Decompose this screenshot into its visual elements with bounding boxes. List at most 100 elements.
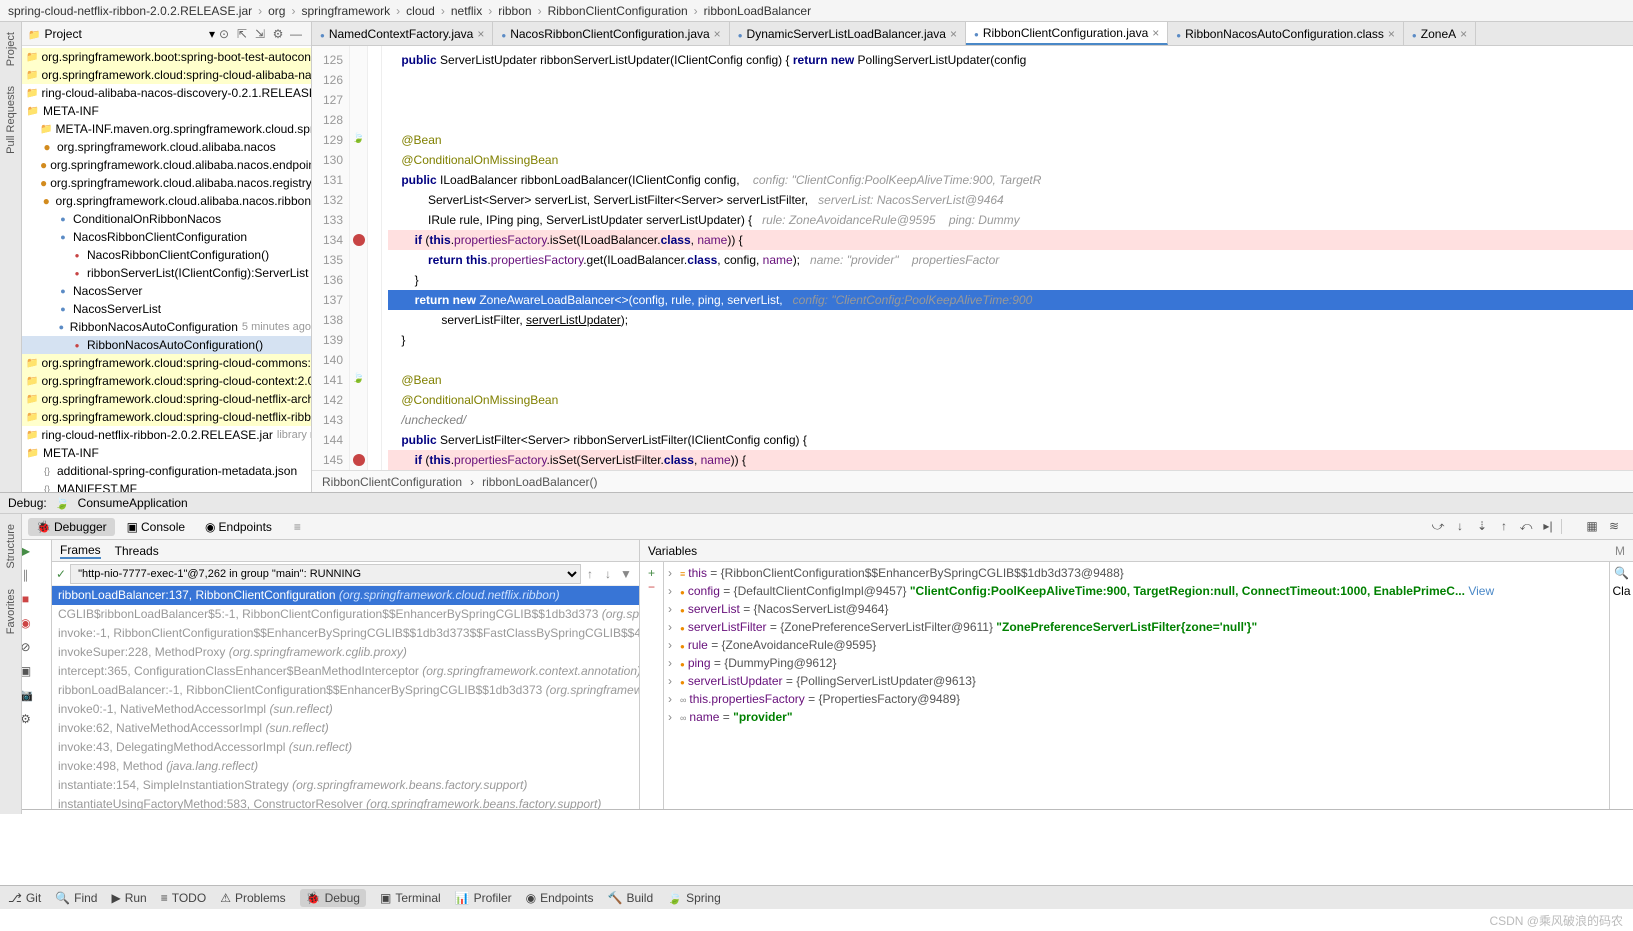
editor-tab[interactable]: NamedContextFactory.java — [312, 22, 493, 45]
close-icon[interactable] — [1152, 26, 1159, 40]
status-item[interactable]: 📊Profiler — [455, 891, 512, 905]
frames-tab[interactable]: Frames — [60, 543, 101, 559]
trace-icon[interactable]: ≋ — [1605, 519, 1623, 534]
stack-frame[interactable]: instantiateUsingFactoryMethod:583, Const… — [52, 795, 639, 809]
status-item[interactable]: ≡TODO — [161, 891, 206, 905]
tree-node[interactable]: org.springframework.cloud:spring-cloud-c… — [22, 372, 311, 390]
prev-frame-button[interactable]: ↑ — [581, 567, 599, 581]
breadcrumb-item[interactable]: spring-cloud-netflix-ribbon-2.0.2.RELEAS… — [8, 4, 252, 18]
editor-tab[interactable]: RibbonNacosAutoConfiguration.class — [1168, 22, 1404, 45]
variable-row[interactable]: serverListFilter = {ZonePreferenceServer… — [668, 618, 1605, 636]
editor-tab[interactable]: ZoneA — [1404, 22, 1476, 45]
step-over-icon[interactable]: ⤻ — [1429, 519, 1447, 534]
variable-row[interactable]: this = {RibbonClientConfiguration$$Enhan… — [668, 564, 1605, 582]
variable-row[interactable]: name = "provider" — [668, 708, 1605, 726]
code-area[interactable]: public ServerListUpdater ribbonServerLis… — [382, 46, 1633, 470]
tree-node[interactable]: org.springframework.cloud.alibaba.nacos — [22, 138, 311, 156]
stack-frame[interactable]: invoke0:-1, NativeMethodAccessorImpl (su… — [52, 700, 639, 719]
breadcrumb-item[interactable]: springframework — [301, 4, 390, 18]
tree-node[interactable]: NacosServer — [22, 282, 311, 300]
stack-frame[interactable]: invoke:498, Method (java.lang.reflect) — [52, 757, 639, 776]
status-item[interactable]: ▣Terminal — [380, 891, 441, 905]
breadcrumb-item[interactable]: RibbonClientConfiguration — [548, 4, 688, 18]
step-into-icon[interactable]: ↓ — [1451, 519, 1469, 534]
breadcrumb-item[interactable]: ribbon — [498, 4, 531, 18]
close-icon[interactable] — [950, 27, 957, 41]
stack-frame[interactable]: invoke:43, DelegatingMethodAccessorImpl … — [52, 738, 639, 757]
variable-row[interactable]: ping = {DummyPing@9612} — [668, 654, 1605, 672]
stack-frame[interactable]: invoke:-1, RibbonClientConfiguration$$En… — [52, 624, 639, 643]
tree-node[interactable]: ring-cloud-netflix-ribbon-2.0.2.RELEASE.… — [22, 426, 311, 444]
threads-tab[interactable]: Threads — [115, 544, 159, 558]
tree-node[interactable]: org.springframework.cloud:spring-cloud-a… — [22, 66, 311, 84]
stack-frame[interactable]: invokeSuper:228, MethodProxy (org.spring… — [52, 643, 639, 662]
stack-frame[interactable]: CGLIB$ribbonLoadBalancer$5:-1, RibbonCli… — [52, 605, 639, 624]
editor-breadcrumb[interactable]: RibbonClientConfiguration› ribbonLoadBal… — [312, 470, 1633, 492]
status-item[interactable]: 🍃Spring — [667, 891, 721, 905]
bean-icon[interactable] — [352, 370, 364, 384]
tree-node[interactable]: org.springframework.cloud:spring-cloud-n… — [22, 408, 311, 426]
crumb-method[interactable]: ribbonLoadBalancer() — [482, 475, 597, 489]
breadcrumb-item[interactable]: netflix — [451, 4, 482, 18]
variable-row[interactable]: serverListUpdater = {PollingServerListUp… — [668, 672, 1605, 690]
editor-tab[interactable]: RibbonClientConfiguration.java — [966, 22, 1168, 45]
debug-tab[interactable]: ▣Console — [119, 518, 193, 536]
breadcrumb-item[interactable]: ribbonLoadBalancer — [704, 4, 811, 18]
debug-config[interactable]: ConsumeApplication — [78, 496, 188, 510]
breakpoint-icon[interactable] — [353, 454, 365, 466]
status-item[interactable]: ⚠Problems — [220, 891, 285, 905]
thread-selector[interactable]: "http-nio-7777-exec-1"@7,262 in group "m… — [70, 564, 581, 584]
pull-requests-tab[interactable]: Pull Requests — [5, 86, 17, 154]
close-icon[interactable] — [1460, 27, 1467, 41]
status-item[interactable]: ◉Endpoints — [526, 891, 594, 905]
remove-watch-button[interactable]: − — [648, 580, 655, 594]
breadcrumb-item[interactable]: cloud — [406, 4, 435, 18]
variable-row[interactable]: this.propertiesFactory = {PropertiesFact… — [668, 690, 1605, 708]
code-editor[interactable]: 1251261271281291301311321331341351361371… — [312, 46, 1633, 470]
editor-tab[interactable]: NacosRibbonClientConfiguration.java — [493, 22, 729, 45]
tree-node[interactable]: ring-cloud-alibaba-nacos-discovery-0.2.1… — [22, 84, 311, 102]
crumb-class[interactable]: RibbonClientConfiguration — [322, 475, 462, 489]
filter-icon[interactable]: ▼ — [617, 567, 635, 581]
project-dropdown[interactable]: Project — [44, 27, 209, 41]
stack-frame[interactable]: ribbonLoadBalancer:-1, RibbonClientConfi… — [52, 681, 639, 700]
step-out-icon[interactable]: ↑ — [1495, 519, 1513, 534]
frames-list[interactable]: ribbonLoadBalancer:137, RibbonClientConf… — [52, 586, 639, 809]
gutter-marks[interactable] — [350, 46, 368, 470]
tree-node[interactable]: org.springframework.boot:spring-boot-tes… — [22, 48, 311, 66]
project-tree[interactable]: org.springframework.boot:spring-boot-tes… — [22, 46, 311, 492]
fold-gutter[interactable] — [368, 46, 382, 470]
stack-frame[interactable]: invoke:62, NativeMethodAccessorImpl (sun… — [52, 719, 639, 738]
tree-node[interactable]: META-INF — [22, 102, 311, 120]
tree-node[interactable]: NacosServerList — [22, 300, 311, 318]
tree-node[interactable]: NacosRibbonClientConfiguration — [22, 228, 311, 246]
tree-node[interactable]: org.springframework.cloud:spring-cloud-n… — [22, 390, 311, 408]
drop-frame-icon[interactable]: ⤺ — [1517, 519, 1535, 534]
status-item[interactable]: 🔍Find — [55, 891, 97, 905]
debug-tab[interactable]: 🐞Debugger — [28, 518, 115, 536]
status-item[interactable]: ⎇Git — [8, 891, 41, 905]
breakpoint-icon[interactable] — [353, 234, 365, 246]
tree-node[interactable]: additional-spring-configuration-metadata… — [22, 462, 311, 480]
editor-tab[interactable]: DynamicServerListLoadBalancer.java — [730, 22, 966, 45]
search-var-icon[interactable]: 🔍 — [1614, 566, 1629, 580]
stack-frame[interactable]: intercept:365, ConfigurationClassEnhance… — [52, 662, 639, 681]
add-watch-button[interactable]: + — [648, 566, 655, 580]
tree-node[interactable]: org.springframework.cloud.alibaba.nacos.… — [22, 192, 311, 210]
tree-node[interactable]: META-INF — [22, 444, 311, 462]
tree-node[interactable]: org.springframework.cloud:spring-cloud-c… — [22, 354, 311, 372]
status-item[interactable]: ▶Run — [111, 891, 146, 905]
tree-node[interactable]: NacosRibbonClientConfiguration() — [22, 246, 311, 264]
status-item[interactable]: 🐞Debug — [300, 889, 366, 907]
tree-node[interactable]: META-INF.maven.org.springframework.cloud… — [22, 120, 311, 138]
hide-icon[interactable]: — — [287, 27, 305, 41]
close-icon[interactable] — [714, 27, 721, 41]
bean-icon[interactable] — [352, 130, 364, 144]
project-tool-tab[interactable]: Project — [5, 32, 17, 66]
variable-row[interactable]: serverList = {NacosServerList@9464} — [668, 600, 1605, 618]
next-frame-button[interactable]: ↓ — [599, 567, 617, 581]
locate-icon[interactable]: ⊙ — [215, 27, 233, 41]
variables-tree[interactable]: this = {RibbonClientConfiguration$$Enhan… — [664, 562, 1609, 809]
expand-icon[interactable]: ⇱ — [233, 27, 251, 41]
tree-node[interactable]: org.springframework.cloud.alibaba.nacos.… — [22, 156, 311, 174]
